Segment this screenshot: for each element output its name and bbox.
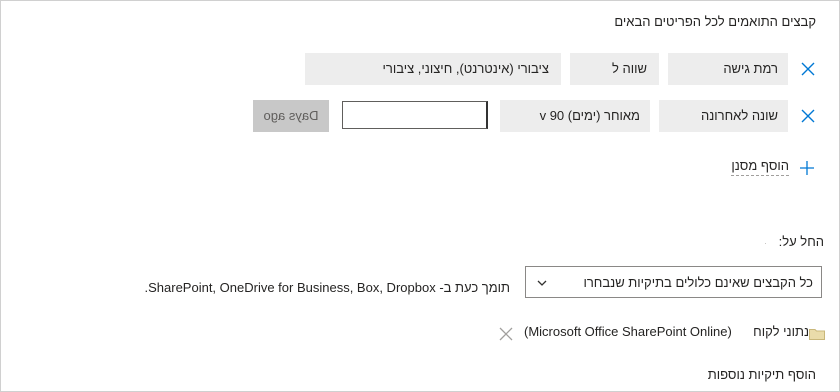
section-title: קבצים התואמים לכל הפריטים הבאים: [614, 14, 816, 29]
folder-icon: [809, 327, 825, 340]
chevron-down-icon: [535, 276, 549, 290]
folder-name: נתוני לקוח: [753, 324, 809, 339]
add-filter-plus-icon[interactable]: [797, 158, 817, 178]
filter-1-field[interactable]: רמת גישה: [668, 53, 788, 85]
apply-to-label: החל על:: [778, 234, 824, 249]
filter-1-value[interactable]: ציבורי (אינטרנט), חיצוני, ציבורי: [305, 53, 561, 85]
filter-2-operator[interactable]: מאוחר (ימים) 90 v: [500, 100, 650, 132]
apply-to-dropdown[interactable]: כל הקבצים שאינם כלולים בתיקיות שנבחרו: [525, 266, 822, 298]
days-ago-suffix: Days ago: [253, 100, 329, 132]
filter-1-operator[interactable]: שווה ל: [570, 53, 659, 85]
add-filter-link[interactable]: הוסף מסנן: [731, 158, 789, 176]
add-folders-link[interactable]: הוסף תיקיות נוספות: [708, 367, 816, 382]
filter-2-field[interactable]: שונה לאחרונה: [659, 100, 788, 132]
apply-to-dropdown-value: כל הקבצים שאינם כלולים בתיקיות שנבחרו: [583, 275, 813, 290]
remove-filter-2-icon[interactable]: [798, 106, 818, 126]
remove-folder-icon[interactable]: [496, 324, 516, 344]
remove-filter-1-icon[interactable]: [798, 59, 818, 79]
support-note: תומך כעת ב- SharePoint, OneDrive for Bus…: [144, 280, 510, 295]
apply-to-dot: [765, 243, 766, 244]
folder-source: (Microsoft Office SharePoint Online): [524, 324, 732, 339]
days-ago-input[interactable]: [342, 101, 488, 129]
